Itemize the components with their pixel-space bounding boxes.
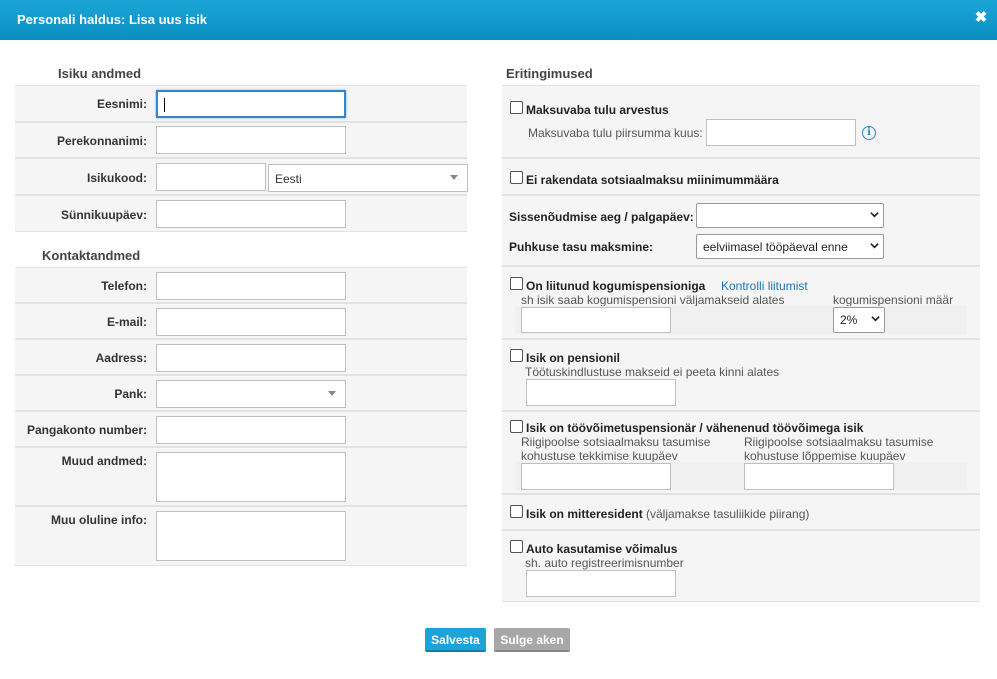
disability-end-input[interactable] [744, 463, 894, 490]
taxfree-label: Maksuvaba tulu arvestus [526, 103, 669, 117]
form-row-first-name: Eesnimi: [15, 85, 467, 122]
taxfree-limit-label: Maksuvaba tulu piirsumma kuus: [528, 126, 703, 140]
pension-label: On liitunud kogumispensioniga [526, 279, 706, 293]
check-pension-link[interactable]: Kontrolli liitumist [721, 279, 808, 293]
taxfree-section: Maksuvaba tulu arvestus Maksuvaba tulu p… [502, 85, 980, 158]
holiday-pay-value: eelviimasel tööpäeval enne [703, 240, 848, 254]
chevron-down-icon [871, 316, 880, 322]
disability-label: Isik on töövõimetuspensionär / vähenenud… [526, 421, 864, 435]
nonresident-label: Isik on mitteresident [526, 507, 643, 521]
car-plate-label: sh. auto registreerimisnumber [525, 556, 684, 570]
holiday-pay-select[interactable]: eelviimasel tööpäeval enne [696, 234, 884, 259]
pensioner-date-input[interactable] [526, 379, 676, 406]
pensioner-label: Isik on pensionil [526, 351, 621, 365]
disability-start-input[interactable] [521, 463, 671, 490]
form-row-last-name: Perekonnanimi: [15, 122, 467, 158]
pension-start-input[interactable] [521, 307, 671, 333]
pension-start-label: sh isik saab kogumispensioni väljamaksei… [521, 293, 785, 307]
email-input[interactable] [156, 308, 346, 336]
form-row-address: Aadress: [15, 339, 467, 375]
address-label: Aadress: [95, 351, 147, 365]
nonresident-section: Isik on mitteresident (väljamakse tasuli… [502, 494, 980, 530]
disability-end-label-1: Riigipoolse sotsiaalmaksu tasumise [744, 435, 934, 449]
pension-section: On liitunud kogumispensioniga Kontrolli … [502, 266, 980, 339]
birth-date-label: Sünnikuupäev: [60, 208, 147, 222]
section-title-contact: Kontaktandmed [42, 248, 141, 263]
disability-end-label-2: kohustuse lõppemise kuupäev [744, 449, 906, 463]
account-input[interactable] [156, 416, 346, 444]
address-input[interactable] [156, 344, 346, 372]
pension-rate-value: 2% [840, 313, 858, 327]
birth-date-input[interactable] [156, 200, 346, 228]
other-info-textarea[interactable] [156, 511, 346, 561]
info-icon[interactable]: i [862, 126, 876, 140]
text-caret [164, 98, 165, 112]
save-button[interactable]: Salvesta [425, 628, 486, 652]
form-row-phone: Telefon: [15, 267, 467, 303]
dropdown-arrow-icon [328, 391, 336, 396]
disability-start-label-2: kohustuse tekkimise kuupäev [521, 449, 678, 463]
form-row-other-info: Muu oluline info: [15, 506, 467, 566]
first-name-input[interactable] [156, 90, 346, 118]
dialog-title: Personali haldus: Lisa uus isik [17, 12, 208, 27]
taxfree-checkbox[interactable] [510, 101, 523, 114]
last-name-label: Perekonnanimi: [56, 134, 147, 148]
taxfree-limit-input[interactable] [706, 119, 856, 146]
bank-label: Pank: [114, 387, 147, 401]
nonresident-note: (väljamakse tasuliikide piirang) [646, 507, 810, 521]
email-label: E-mail: [106, 315, 147, 329]
dropdown-arrow-icon [450, 175, 458, 180]
other-data-textarea[interactable] [156, 452, 346, 502]
pensioner-sub-label: Töötuskindlustuse makseid ei peeta kinni… [525, 365, 780, 379]
car-checkbox[interactable] [510, 540, 523, 553]
form-row-id-code: Isikukood: Eesti [15, 158, 468, 195]
car-section: Auto kasutamise võimalus sh. auto regist… [502, 530, 980, 602]
pension-checkbox[interactable] [510, 277, 523, 290]
first-name-label: Eesnimi: [96, 97, 147, 111]
disability-checkbox[interactable] [510, 420, 523, 433]
car-plate-input[interactable] [526, 570, 676, 597]
country-select-value: Eesti [275, 172, 302, 186]
form-row-email: E-mail: [15, 303, 467, 339]
holiday-pay-label: Puhkuse tasu maksmine: [509, 240, 654, 254]
id-code-input[interactable] [156, 163, 266, 191]
form-row-bank: Pank: [15, 375, 467, 411]
form-row-account: Pangakonto number: [15, 411, 467, 447]
pension-rate-label: kogumispensioni määr [833, 293, 954, 307]
country-select[interactable]: Eesti [268, 164, 468, 192]
min-social-label: Ei rakendata sotsiaalmaksu miinimummäära [526, 173, 779, 187]
bank-select[interactable] [156, 380, 346, 408]
close-window-button[interactable]: Sulge aken [494, 628, 570, 652]
min-social-section: Ei rakendata sotsiaalmaksu miinimummäära [502, 158, 980, 195]
chevron-down-icon [870, 243, 879, 249]
chevron-down-icon [870, 212, 879, 218]
phone-input[interactable] [156, 272, 346, 300]
pensioner-checkbox[interactable] [510, 349, 523, 362]
section-title-special: Eritingimused [506, 66, 593, 81]
payment-timing-section: Sissenõudmise aeg / palgapäev: Puhkuse t… [502, 195, 980, 266]
form-row-birth-date: Sünnikuupäev: [15, 195, 467, 232]
claim-time-label: Sissenõudmise aeg / palgapäev: [509, 210, 694, 224]
min-social-checkbox[interactable] [510, 171, 523, 184]
car-label: Auto kasutamise võimalus [526, 542, 678, 556]
form-row-other-data: Muud andmed: [15, 447, 467, 506]
pension-rate-select[interactable]: 2% [833, 307, 885, 333]
phone-label: Telefon: [101, 279, 147, 293]
close-icon[interactable]: ✖ [973, 10, 989, 26]
other-data-label: Muud andmed: [61, 454, 147, 468]
disability-start-label-1: Riigipoolse sotsiaalmaksu tasumise [521, 435, 711, 449]
claim-time-select[interactable] [696, 203, 884, 228]
disability-section: Isik on töövõimetuspensionär / vähenenud… [502, 411, 980, 494]
nonresident-checkbox[interactable] [510, 505, 523, 518]
account-label: Pangakonto number: [26, 423, 147, 437]
dialog-titlebar: Personali haldus: Lisa uus isik ✖ [0, 0, 997, 40]
id-code-label: Isikukood: [86, 171, 147, 185]
section-title-person: Isiku andmed [58, 66, 142, 81]
other-info-label: Muu oluline info: [51, 513, 147, 527]
last-name-input[interactable] [156, 126, 346, 154]
pensioner-section: Isik on pensionil Töötuskindlustuse maks… [502, 339, 980, 411]
